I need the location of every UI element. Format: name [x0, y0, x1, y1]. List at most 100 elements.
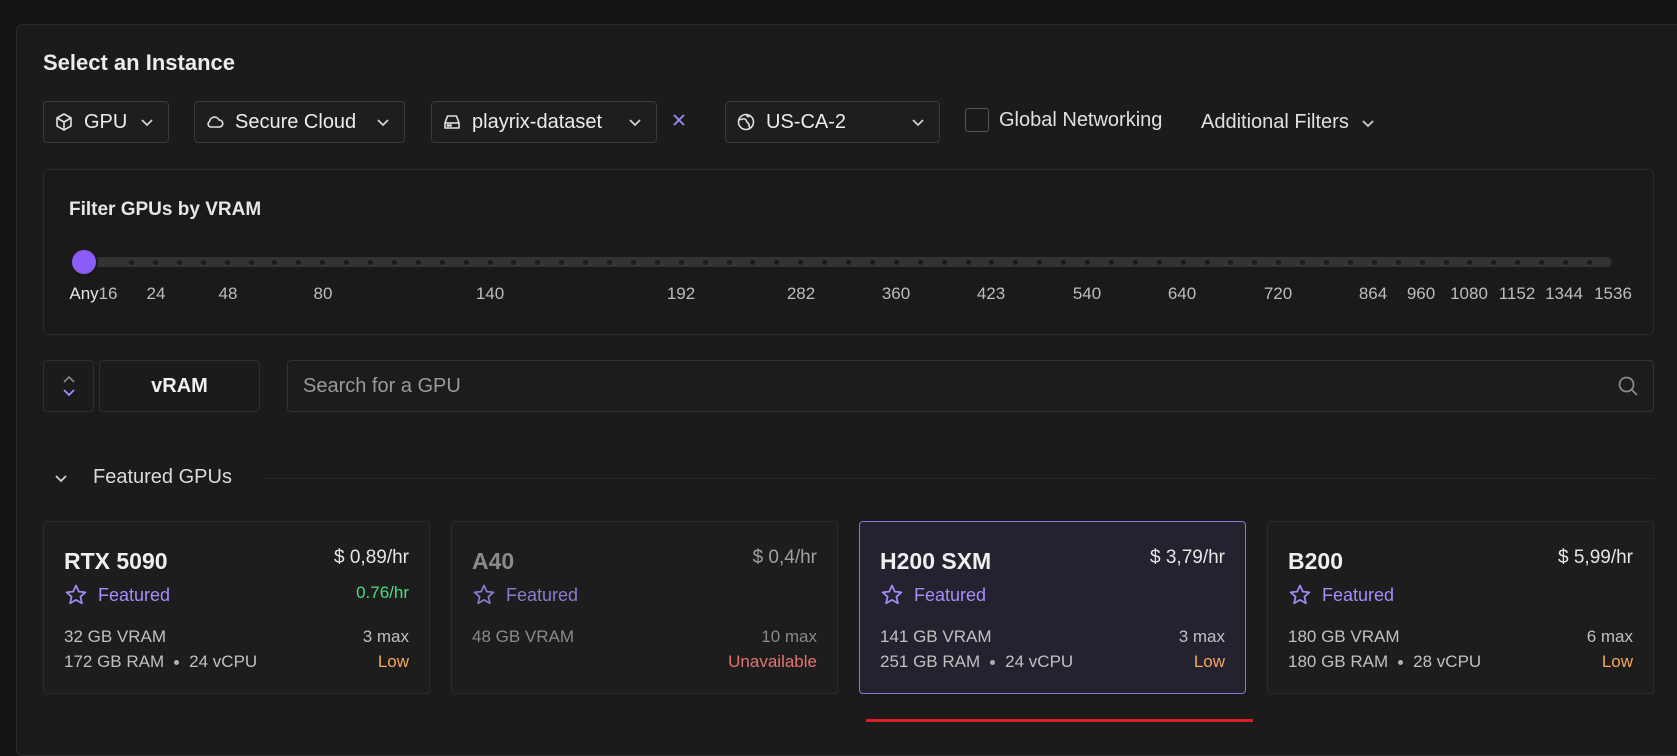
vram-slider-step: [200, 260, 206, 265]
additional-filters-button[interactable]: Additional Filters: [1201, 111, 1375, 134]
gpu-name: A40: [472, 548, 515, 574]
gpu-vcpu: 24 vCPU: [1005, 652, 1074, 671]
vram-slider-step: [1013, 260, 1019, 265]
featured-gpus-label: Featured GPUs: [93, 466, 232, 488]
vram-slider-step: [822, 260, 828, 265]
separator-dot: [174, 659, 180, 665]
gpu-search-input[interactable]: [288, 373, 1617, 399]
vram-slider-step: [798, 260, 804, 265]
vram-tick-label[interactable]: 192: [667, 284, 695, 304]
gpu-price: $ 0,89/hr: [334, 547, 409, 568]
vram-tick-label[interactable]: 640: [1168, 284, 1196, 304]
region-dropdown[interactable]: US-CA-2: [725, 101, 940, 143]
vram-slider-step: [248, 260, 254, 265]
vram-tick-label[interactable]: Any: [69, 284, 98, 304]
vram-slider-step: [1563, 260, 1568, 265]
gpu-name: H200 SXM: [880, 548, 992, 574]
vram-tick-label[interactable]: 1536: [1594, 284, 1632, 304]
gpu-max-count: 3 max: [362, 627, 409, 646]
vram-slider-handle[interactable]: [72, 250, 96, 274]
gpu-max-count: 3 max: [1178, 627, 1225, 646]
vram-slider-step: [152, 260, 158, 265]
vram-slider-step: [1252, 260, 1258, 265]
vram-slider-step: [1443, 260, 1449, 265]
cube-icon: [54, 112, 74, 132]
chevron-down-icon: [376, 115, 390, 129]
vram-slider-step: [654, 260, 660, 265]
chevron-down-icon: [62, 388, 76, 398]
sort-direction-button[interactable]: [43, 360, 94, 412]
featured-label: Featured: [1322, 584, 1395, 605]
global-networking-toggle[interactable]: Global Networking: [965, 108, 1162, 132]
gpu-type-dropdown[interactable]: GPU: [43, 101, 169, 143]
gpu-name: RTX 5090: [64, 548, 168, 574]
vram-slider-step: [535, 260, 541, 265]
vram-tick-label[interactable]: 80: [314, 284, 333, 304]
gpu-card[interactable]: H200 SXM $ 3,79/hr Featured 141 GB VRAM 3 ma…: [859, 521, 1246, 694]
vram-tick-label[interactable]: 720: [1264, 284, 1292, 304]
cloud-type-label: Secure Cloud: [235, 110, 357, 133]
vram-tick-label[interactable]: 282: [787, 284, 815, 304]
gpu-name: B200: [1288, 548, 1343, 574]
vram-tick-label[interactable]: 423: [977, 284, 1005, 304]
gpu-price: $ 3,79/hr: [1150, 547, 1225, 568]
vram-slider-step: [1037, 260, 1043, 265]
vram-slider-step: [941, 260, 947, 265]
vram-slider-step: [869, 260, 875, 265]
vram-slider-step: [607, 260, 612, 265]
featured-badge: Featured: [880, 583, 986, 607]
search-icon[interactable]: [1617, 375, 1639, 397]
vram-slider-track[interactable]: [79, 257, 1640, 267]
gpu-card[interactable]: B200 $ 5,99/hr Featured 180 GB VRAM 6 max 180…: [1267, 521, 1654, 694]
vram-filter-panel: [43, 169, 1654, 335]
vram-tick-label[interactable]: 360: [882, 284, 910, 304]
vram-slider-step: [583, 260, 589, 265]
vram-slider-step: [1132, 260, 1138, 265]
close-icon: [673, 114, 685, 126]
featured-gpus-toggle[interactable]: Featured GPUs: [53, 466, 232, 489]
vram-slider-step: [272, 260, 278, 265]
vram-slider-step: [1395, 260, 1401, 265]
availability-status: Low: [1601, 652, 1633, 671]
vram-slider-step: [1539, 260, 1545, 265]
gpu-vcpu: 28 vCPU: [1413, 652, 1482, 671]
chevron-down-icon: [53, 470, 69, 486]
vram-tick-label[interactable]: 864: [1359, 284, 1387, 304]
vram-tick-label[interactable]: 540: [1073, 284, 1101, 304]
cloud-type-dropdown[interactable]: Secure Cloud: [194, 101, 405, 143]
chevron-down-icon: [911, 115, 925, 129]
gpu-vram: 180 GB VRAM: [1288, 627, 1400, 646]
global-networking-checkbox[interactable]: [965, 108, 989, 132]
vram-tick-label[interactable]: 1152: [1499, 284, 1536, 304]
vram-slider-step: [1324, 260, 1329, 265]
star-icon: [64, 583, 88, 607]
vram-slider-step: [1300, 260, 1306, 265]
vram-slider-step: [1204, 260, 1210, 265]
vram-tick-label[interactable]: 24: [147, 284, 166, 304]
vram-tick-label[interactable]: 1080: [1450, 284, 1488, 304]
vram-slider-step: [1419, 260, 1425, 265]
clear-volume-button[interactable]: [670, 111, 688, 129]
vram-slider-step: [989, 260, 995, 265]
vram-tick-label[interactable]: 1344: [1545, 284, 1583, 304]
star-icon: [472, 583, 496, 607]
chevron-down-icon: [140, 115, 154, 129]
chevron-down-icon: [628, 115, 642, 129]
featured-label: Featured: [98, 584, 171, 605]
vram-tick-label[interactable]: 48: [219, 284, 238, 304]
gpu-card[interactable]: RTX 5090 $ 0,89/hr 0.76/hr Featured 32 GB VR…: [43, 521, 430, 694]
sort-field-button[interactable]: vRAM: [99, 360, 260, 412]
chevron-up-icon: [62, 374, 76, 384]
vram-slider-step: [559, 260, 565, 265]
vram-slider-step: [893, 260, 899, 265]
vram-tick-label[interactable]: 140: [476, 284, 504, 304]
network-volume-dropdown[interactable]: playrix-dataset: [431, 101, 657, 143]
vram-slider-step: [1108, 260, 1114, 265]
vram-slider-step: [1347, 260, 1353, 265]
vram-tick-label[interactable]: 960: [1407, 284, 1435, 304]
vram-tick-label[interactable]: 16: [99, 284, 118, 304]
gpu-vram: 32 GB VRAM: [64, 627, 167, 646]
vram-slider-step: [1180, 260, 1186, 265]
gpu-card[interactable]: A40 $ 0,4/hr Featured 48 GB VRAM 10 max Unava…: [451, 521, 838, 694]
vram-slider-step: [1491, 260, 1497, 265]
